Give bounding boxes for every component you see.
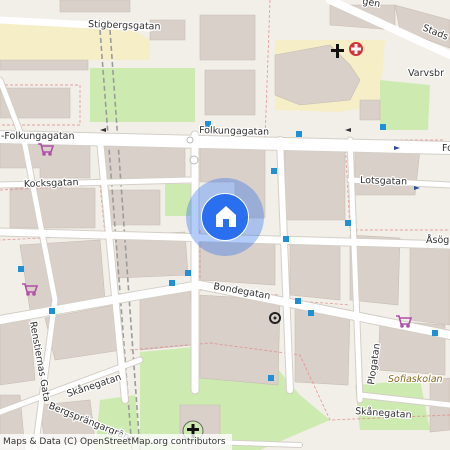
map-view[interactable]: Stigbergsgatan -Folkungagatan Folkungaga… <box>0 0 450 450</box>
street-label-folkungagatan-right: Fo <box>442 143 450 154</box>
map-attribution: Maps & Data (C) OpenStreetMap.org contri… <box>0 434 232 450</box>
street-label-folkungagatan: Folkungagatan <box>199 125 269 138</box>
home-location-marker[interactable] <box>186 178 264 256</box>
place-label-sofiaskolan: Sofiaskolan <box>388 374 443 385</box>
street-label-asogatan: Åsög <box>426 234 449 246</box>
home-marker-button[interactable] <box>201 193 249 241</box>
street-label-kocksgatan: Kocksgatan <box>24 177 79 190</box>
home-icon <box>216 206 236 227</box>
hospital-icon[interactable] <box>349 42 363 56</box>
street-label-varvsbr: Varvsbr <box>408 68 444 79</box>
street-label-folkungagatan-left: -Folkungagatan <box>1 131 75 142</box>
street-label-lotsgatan: Lotsgatan <box>360 175 407 188</box>
